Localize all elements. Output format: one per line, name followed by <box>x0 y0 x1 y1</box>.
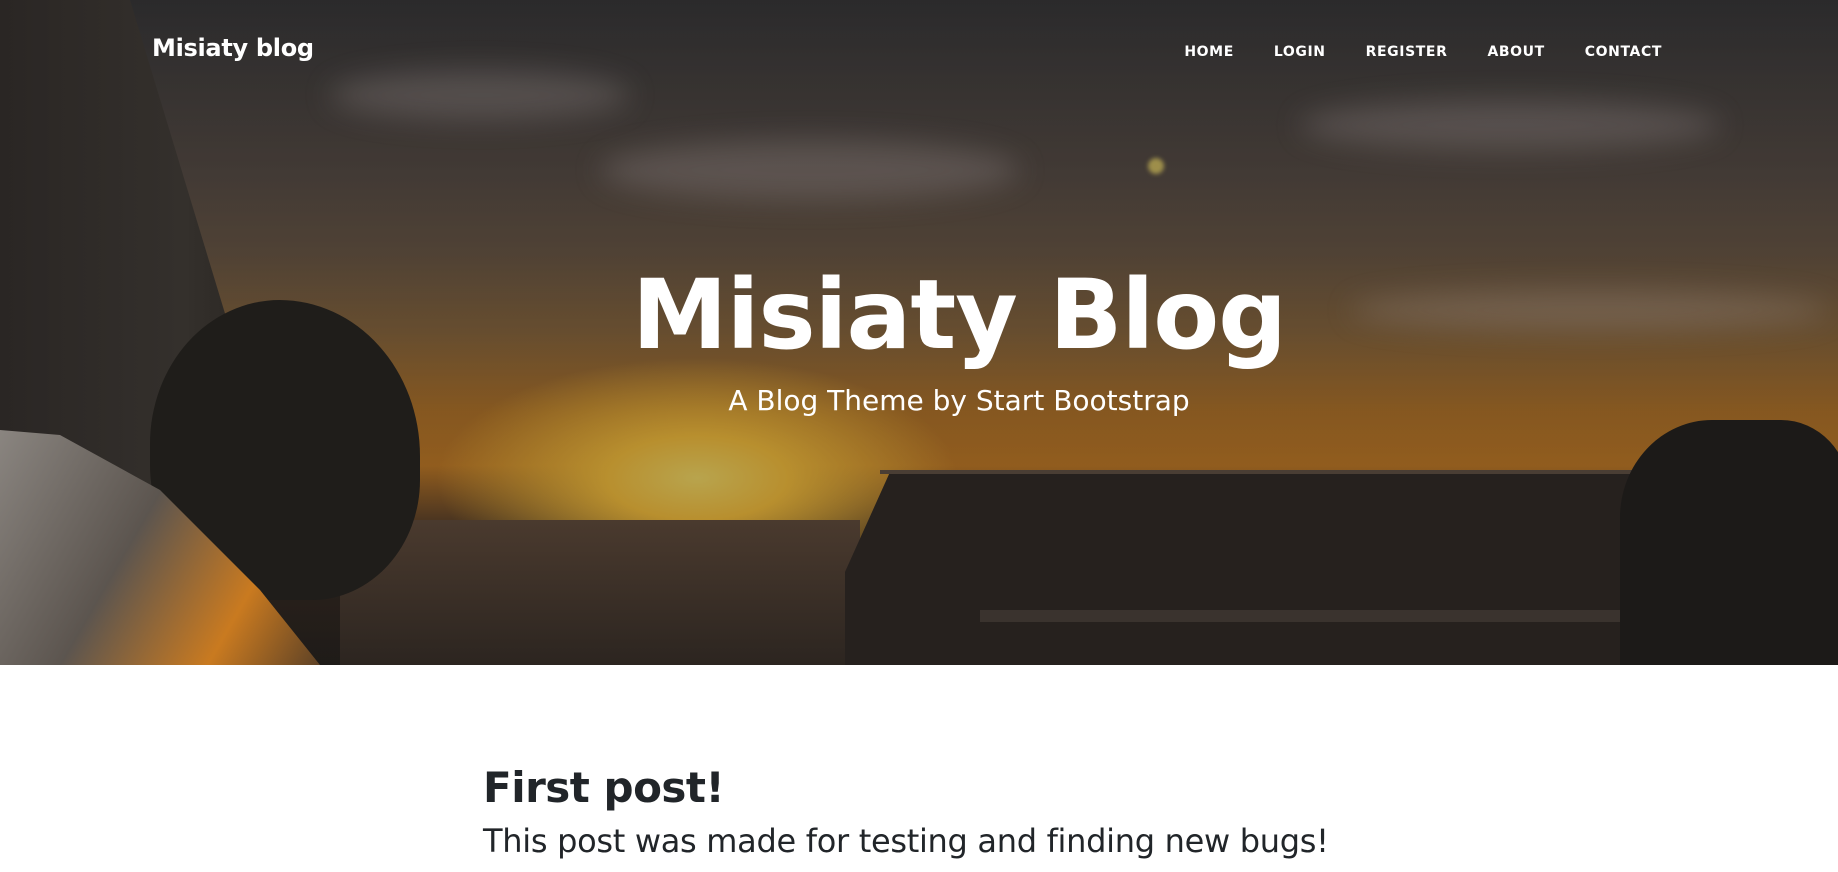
navbar-brand[interactable]: Misiaty blog <box>152 34 314 62</box>
trees-right-silhouette <box>1620 420 1838 665</box>
site-heading: Misiaty Blog A Blog Theme by Start Boots… <box>0 260 1838 417</box>
cloud-shape <box>1300 100 1720 150</box>
main-navbar: Misiaty blog HOME LOGIN REGISTER ABOUT C… <box>0 0 1838 100</box>
nav-link-login[interactable]: LOGIN <box>1274 44 1326 60</box>
masthead-hero: Misiaty blog HOME LOGIN REGISTER ABOUT C… <box>0 0 1838 665</box>
nav-link-contact[interactable]: CONTACT <box>1585 44 1662 60</box>
nav-item-home: HOME <box>1184 41 1234 60</box>
post-preview[interactable]: First post! This post was made for testi… <box>483 763 1383 861</box>
main-content: First post! This post was made for testi… <box>0 665 1838 872</box>
background-hills <box>340 520 860 665</box>
nav-link-about[interactable]: ABOUT <box>1487 44 1544 60</box>
post-subtitle: This post was made for testing and findi… <box>483 822 1329 860</box>
nav-link-register[interactable]: REGISTER <box>1366 44 1448 60</box>
nav-item-register: REGISTER <box>1366 41 1448 60</box>
nav-link-home[interactable]: HOME <box>1184 44 1234 60</box>
nav-links: HOME LOGIN REGISTER ABOUT CONTACT <box>1144 41 1662 60</box>
cloud-shape <box>600 140 1020 200</box>
site-subtitle: A Blog Theme by Start Bootstrap <box>728 384 1190 417</box>
post-title: First post! <box>483 763 725 812</box>
site-title: Misiaty Blog <box>632 259 1287 371</box>
nav-item-contact: CONTACT <box>1585 41 1662 60</box>
nav-item-about: ABOUT <box>1487 41 1544 60</box>
nav-item-login: LOGIN <box>1274 41 1326 60</box>
lens-flare <box>1148 158 1164 174</box>
